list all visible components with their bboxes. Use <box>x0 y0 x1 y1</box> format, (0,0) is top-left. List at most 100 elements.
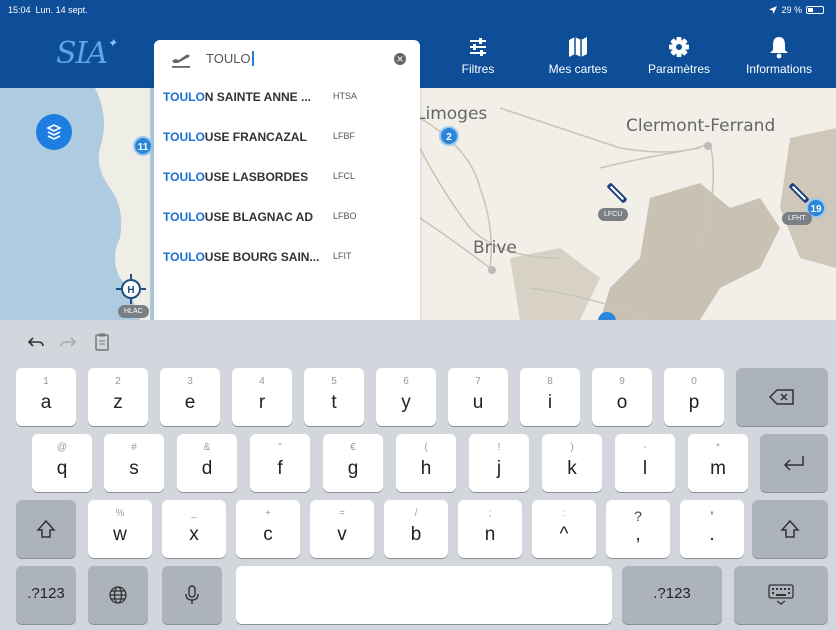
nav-filters-label: Filtres <box>461 62 495 76</box>
nav-settings-button[interactable]: Paramètres <box>631 34 727 76</box>
nav-my-maps-label: Mes cartes <box>548 62 608 76</box>
map-cluster-marker[interactable]: 2 <box>439 126 459 146</box>
search-results-dropdown: TOULON SAINTE ANNE ... HTSA TOULOUSE FRA… <box>154 74 420 320</box>
key-x[interactable]: _ x <box>162 500 226 558</box>
key-e[interactable]: 3e <box>160 368 220 426</box>
key-r[interactable]: 4r <box>232 368 292 426</box>
clear-search-button[interactable]: ✕ <box>394 53 406 65</box>
map-city-label: Clermont-Ferrand <box>626 116 776 136</box>
layers-icon <box>46 124 62 140</box>
onscreen-keyboard: 1a 2z 3e 4r 5t 6y 7u 8i 9o 0p @ q # s & d "… <box>0 320 836 630</box>
key-t[interactable]: 5t <box>304 368 364 426</box>
airport-runway-icon[interactable] <box>786 180 812 206</box>
return-icon <box>783 456 804 471</box>
key-l[interactable]: -l <box>615 434 675 492</box>
key-y[interactable]: 6y <box>376 368 436 426</box>
return-key[interactable] <box>760 434 828 492</box>
key-z[interactable]: 2z <box>88 368 148 426</box>
key-i[interactable]: 8i <box>520 368 580 426</box>
key-n[interactable]: ; n <box>458 500 522 558</box>
backspace-key[interactable] <box>736 368 828 426</box>
key-period[interactable]: '. <box>680 500 744 558</box>
key-b[interactable]: / b <box>384 500 448 558</box>
key-j[interactable]: ! j <box>469 434 529 492</box>
search-result-item[interactable]: TOULOUSE BLAGNAC AD LFBO <box>154 204 420 230</box>
key-g[interactable]: € g <box>323 434 383 492</box>
key-comma[interactable]: ?, <box>606 500 670 558</box>
aerodrome-label[interactable]: LFCU <box>598 208 629 221</box>
search-input[interactable]: TOULO <box>206 51 254 66</box>
globe-icon <box>109 586 127 604</box>
key-k[interactable]: ) k <box>542 434 602 492</box>
aerodrome-label[interactable]: HLAC <box>118 305 149 318</box>
numbers-key-left[interactable]: .?123 <box>16 566 76 624</box>
undo-icon[interactable] <box>26 332 46 352</box>
shift-icon <box>36 519 56 538</box>
key-h[interactable]: (h <box>396 434 456 492</box>
battery-percent: 29 % <box>781 5 802 15</box>
result-name: TOULOUSE FRANCAZAL <box>163 130 307 144</box>
paste-icon[interactable] <box>92 332 112 352</box>
result-code: LFIT <box>333 251 352 261</box>
result-code: LFBO <box>333 211 357 221</box>
result-code: HTSA <box>333 91 358 101</box>
key-s[interactable]: # s <box>104 434 164 492</box>
key-v[interactable]: = v <box>310 500 374 558</box>
map-cluster-marker[interactable]: 11 <box>133 136 153 156</box>
keyboard-dismiss-icon <box>768 584 794 605</box>
key-c[interactable]: + c <box>236 500 300 558</box>
airport-runway-icon[interactable] <box>604 180 630 206</box>
search-result-item[interactable]: TOULOUSE LASBORDES LFCL <box>154 164 420 190</box>
space-key[interactable] <box>236 566 612 624</box>
map-layers-button[interactable] <box>36 114 72 150</box>
key-q[interactable]: @ q <box>32 434 92 492</box>
result-name: TOULOUSE BLAGNAC AD <box>163 210 314 224</box>
key-u[interactable]: 7u <box>448 368 508 426</box>
key-caret[interactable]: : ^ <box>532 500 596 558</box>
result-code: LFBF <box>333 131 356 141</box>
key-f[interactable]: " f <box>250 434 310 492</box>
backspace-icon <box>769 389 794 405</box>
shift-key-left[interactable] <box>16 500 76 558</box>
key-a[interactable]: 1a <box>16 368 76 426</box>
result-name: TOULOUSE LASBORDES <box>163 170 309 184</box>
svg-text:H: H <box>127 285 134 296</box>
key-w[interactable]: % w <box>88 500 152 558</box>
search-result-item[interactable]: TOULOUSE FRANCAZAL LFBF <box>154 124 420 150</box>
key-m[interactable]: * m <box>688 434 748 492</box>
key-p[interactable]: 0p <box>664 368 724 426</box>
shift-icon <box>780 519 800 538</box>
key-d[interactable]: & d <box>177 434 237 492</box>
search-field[interactable]: TOULO ✕ <box>154 40 420 78</box>
nav-filters-button[interactable]: Filtres <box>430 34 526 76</box>
status-time: 15:04 <box>8 5 31 15</box>
result-name: TOULON SAINTE ANNE ... <box>163 90 312 104</box>
status-bar: 15:04 Lun. 14 sept. 29 % <box>0 0 836 22</box>
hide-keyboard-key[interactable] <box>734 566 828 624</box>
heliport-icon[interactable]: H <box>116 274 146 304</box>
aerodrome-label[interactable]: LFHT <box>782 212 812 225</box>
search-result-item[interactable]: TOULOUSE BOURG SAIN... LFIT <box>154 244 420 270</box>
globe-key[interactable] <box>88 566 148 624</box>
shift-key-right[interactable] <box>752 500 828 558</box>
sliders-icon <box>470 38 486 56</box>
nav-my-maps-button[interactable]: Mes cartes <box>530 34 626 76</box>
key-o[interactable]: 9o <box>592 368 652 426</box>
battery-icon <box>806 6 824 14</box>
numbers-key-right[interactable]: .?123 <box>622 566 722 624</box>
nav-settings-label: Paramètres <box>647 62 711 76</box>
microphone-icon <box>185 585 199 604</box>
map-city-label: Limoges <box>416 104 488 124</box>
status-date: Lun. 14 sept. <box>35 5 88 15</box>
keyboard-shortcut-bar <box>0 320 836 364</box>
nav-information-button[interactable]: Informations <box>731 34 827 76</box>
status-right: 29 % <box>769 5 824 15</box>
dictation-key[interactable] <box>162 566 222 624</box>
search-result-item[interactable]: TOULON SAINTE ANNE ... HTSA <box>154 84 420 110</box>
redo-icon[interactable] <box>58 332 78 352</box>
map-city-label: Brive <box>473 238 517 258</box>
app-logo[interactable]: SIA✦ <box>56 36 117 71</box>
text-caret <box>251 51 254 66</box>
nav-information-label: Informations <box>745 62 813 76</box>
plane-takeoff-icon <box>172 54 190 68</box>
